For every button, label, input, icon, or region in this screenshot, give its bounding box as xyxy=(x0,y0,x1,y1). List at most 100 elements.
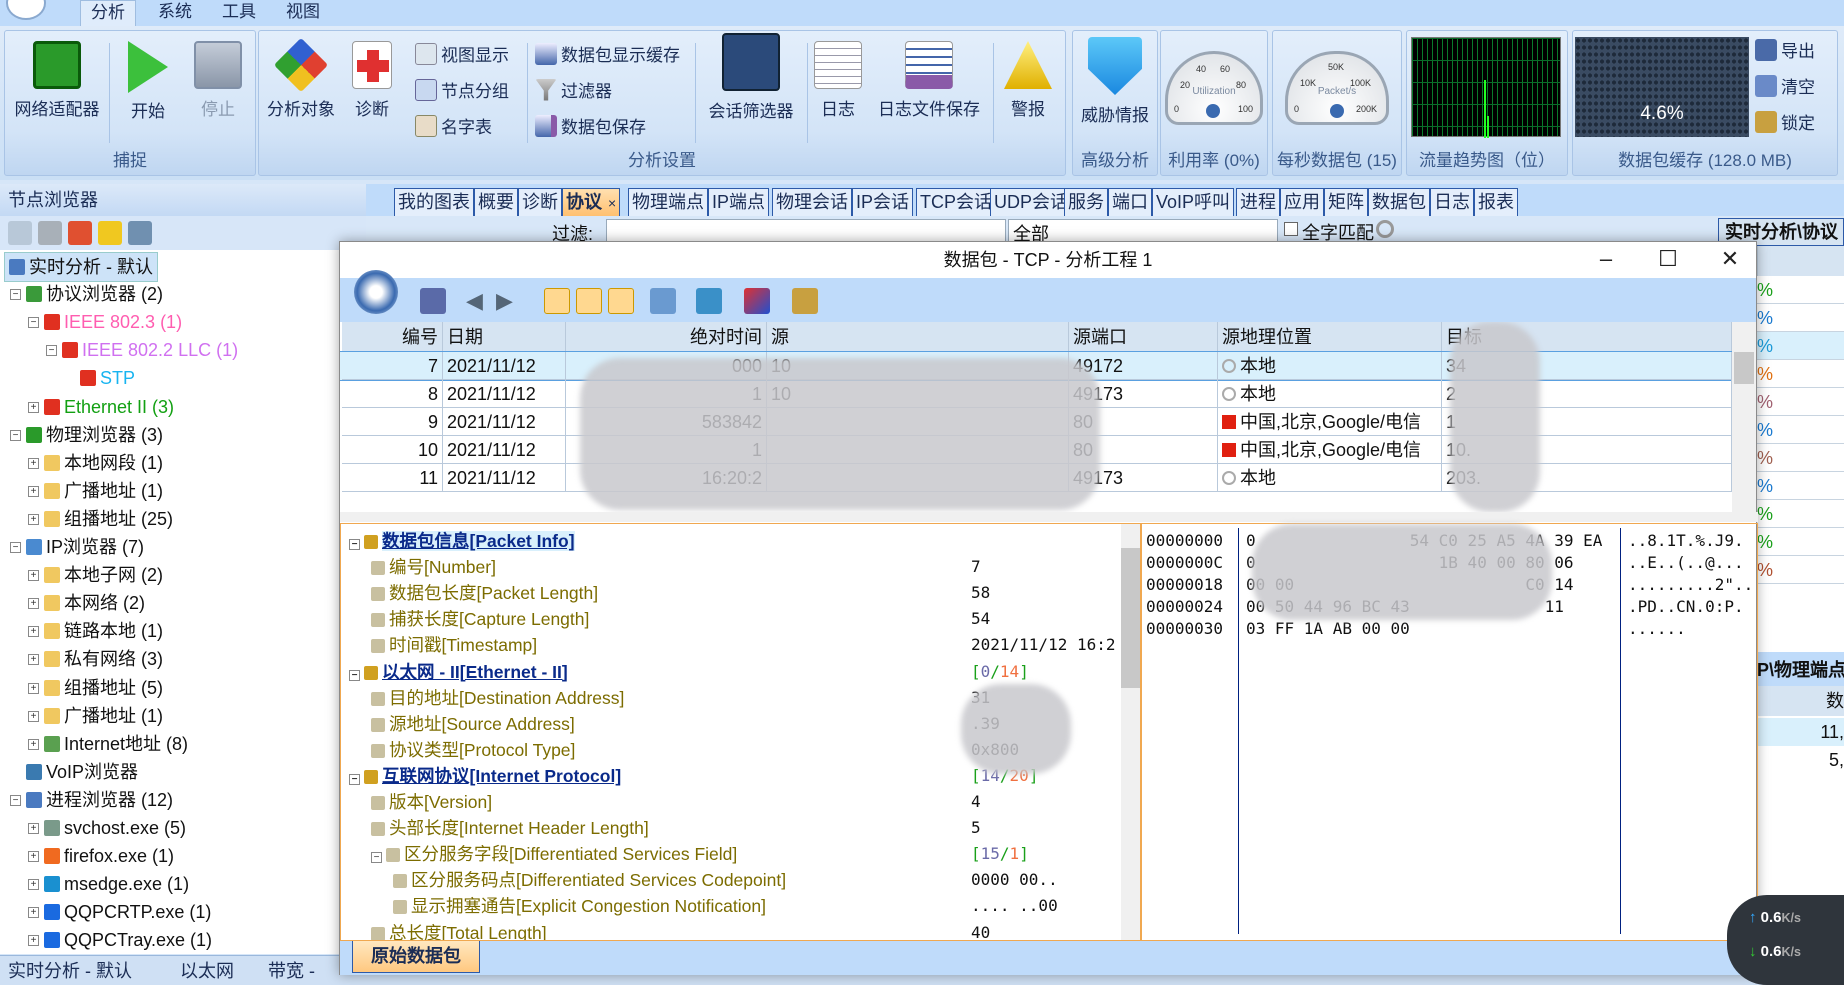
add-report-icon[interactable] xyxy=(128,221,152,245)
tab-16[interactable]: 数据包 xyxy=(1368,188,1430,216)
tab-3[interactable]: 协议 × xyxy=(562,188,621,216)
filter-button[interactable]: 过滤器 xyxy=(535,77,612,102)
collapse-icon[interactable]: − xyxy=(349,669,360,681)
tab-2[interactable]: 诊断 xyxy=(518,188,562,216)
tree-item[interactable]: + Internet地址 (8) xyxy=(0,730,360,758)
expand-icon[interactable]: + xyxy=(28,570,39,582)
expand-icon[interactable]: + xyxy=(28,710,39,722)
tree-item[interactable]: − IEEE 802.3 (1) xyxy=(0,308,360,336)
field-row[interactable]: 头部长度[Internet Header Length] xyxy=(371,815,649,841)
field-row[interactable]: 时间戳[Timestamp] xyxy=(371,632,537,658)
expand-icon[interactable]: + xyxy=(28,598,39,610)
expand-icon[interactable]: + xyxy=(28,907,39,919)
previous-icon[interactable]: ◀ xyxy=(466,288,492,314)
collapse-icon[interactable]: − xyxy=(10,794,21,806)
field-row[interactable]: 编号[Number] xyxy=(371,554,496,580)
column-header[interactable]: 源地理位置 xyxy=(1218,322,1442,352)
log-file-save-button[interactable]: 日志文件保存 xyxy=(869,41,989,120)
expand-icon[interactable]: + xyxy=(28,879,39,891)
collapse-icon[interactable]: − xyxy=(46,345,57,357)
lock-button[interactable]: 锁定 xyxy=(1755,109,1815,134)
scrollbar-thumb[interactable] xyxy=(1734,352,1754,384)
expand-icon[interactable]: + xyxy=(28,682,39,694)
clear-button[interactable]: 清空 xyxy=(1755,73,1815,98)
tab-4[interactable]: 物理端点 xyxy=(628,188,708,216)
expand-icon[interactable]: + xyxy=(28,935,39,947)
tab-18[interactable]: 报表 xyxy=(1474,188,1518,216)
view-display-button[interactable]: 视图显示 xyxy=(415,41,509,66)
session-filter-button[interactable]: 会话筛选器 xyxy=(699,33,803,122)
add-alarm-icon[interactable] xyxy=(98,221,122,245)
tab-9[interactable]: UDP会话 xyxy=(990,188,1073,216)
tree-item[interactable]: VoIP浏览器 xyxy=(0,758,360,786)
menu-tab-view[interactable]: 视图 xyxy=(276,0,330,26)
name-table-button[interactable]: 名字表 xyxy=(415,113,492,138)
network-adapter-button[interactable]: 网络适配器 xyxy=(9,41,105,120)
tree-item[interactable]: − 协议浏览器 (2) xyxy=(0,280,360,308)
list-view-icon[interactable] xyxy=(544,288,570,314)
expand-icon[interactable]: + xyxy=(28,851,39,863)
node-group-button[interactable]: 节点分组 xyxy=(415,77,509,102)
collapse-icon[interactable]: − xyxy=(349,539,360,550)
tree-item[interactable]: − 物理浏览器 (3) xyxy=(0,421,360,449)
add-chart-icon[interactable] xyxy=(68,221,92,245)
save-icon[interactable] xyxy=(420,288,446,314)
tab-14[interactable]: 应用 xyxy=(1280,188,1324,216)
tree-item[interactable]: STP xyxy=(0,364,360,392)
column-header[interactable]: 编号 xyxy=(342,322,443,352)
tab-6[interactable]: 物理会话 xyxy=(772,188,852,216)
field-row[interactable]: − 区分服务字段[Differentiated Services Field] xyxy=(371,841,737,867)
field-row[interactable]: 总长度[Total Length] xyxy=(371,920,547,940)
collapse-icon[interactable]: − xyxy=(371,852,382,864)
tree-item[interactable]: + 本地网段 (1) xyxy=(0,449,360,477)
add-filter-icon[interactable] xyxy=(38,221,62,245)
hex-view-icon[interactable] xyxy=(608,288,634,314)
log-button[interactable]: 日志 xyxy=(811,41,865,120)
collapse-icon[interactable]: − xyxy=(10,289,21,301)
tree-item[interactable]: + 广播地址 (1) xyxy=(0,702,360,730)
field-row[interactable]: 区分服务码点[Differentiated Services Codepoint… xyxy=(393,867,786,893)
menu-tab-system[interactable]: 系统 xyxy=(148,0,202,26)
tree-item[interactable]: + 本地子网 (2) xyxy=(0,561,360,589)
tree-item-selected[interactable]: 实时分析 - 默认 xyxy=(0,252,360,282)
scope-dropdown[interactable]: 全部 xyxy=(1008,219,1278,244)
close-button[interactable]: ✕ xyxy=(1702,242,1758,278)
tree-item[interactable]: + msedge.exe (1) xyxy=(0,870,360,898)
tree-item[interactable]: + 组播地址 (25) xyxy=(0,505,360,533)
expand-icon[interactable]: + xyxy=(28,457,39,469)
expand-icon[interactable]: + xyxy=(28,626,39,638)
diagnosis-button[interactable]: 诊断 xyxy=(347,41,397,120)
protocol-header-row[interactable]: − 数据包信息[Packet Info] xyxy=(349,528,575,554)
tree-item[interactable]: − 进程浏览器 (12) xyxy=(0,786,360,814)
detail-view-icon[interactable] xyxy=(576,288,602,314)
tree-item[interactable]: + Ethernet II (3) xyxy=(0,393,360,421)
expand-icon[interactable]: + xyxy=(28,401,39,413)
threat-intel-button[interactable]: 威胁情报 xyxy=(1073,37,1157,126)
tab-0[interactable]: 我的图表 xyxy=(394,188,474,216)
filter-input[interactable] xyxy=(606,219,1006,243)
field-row[interactable]: 源地址[Source Address] xyxy=(371,711,575,737)
tree-item[interactable]: + firefox.exe (1) xyxy=(0,842,360,870)
collapse-icon[interactable]: − xyxy=(10,429,21,441)
scrollbar-thumb[interactable] xyxy=(1121,548,1140,688)
search-icon[interactable] xyxy=(1376,220,1394,238)
tab-1[interactable]: 概要 xyxy=(474,188,518,216)
refresh-icon[interactable] xyxy=(650,288,676,314)
collapse-icon[interactable]: − xyxy=(28,317,39,329)
expand-icon[interactable]: + xyxy=(28,738,39,750)
minimize-button[interactable]: – xyxy=(1578,242,1634,278)
column-header[interactable]: 绝对时间 xyxy=(566,322,767,352)
tab-close-icon[interactable]: × xyxy=(608,195,616,211)
maximize-button[interactable]: ☐ xyxy=(1640,242,1696,278)
tree-item[interactable]: + 本网络 (2) xyxy=(0,589,360,617)
collapse-icon[interactable]: − xyxy=(349,773,360,785)
column-header[interactable]: 日期 xyxy=(443,322,566,352)
tree-item[interactable]: − IP浏览器 (7) xyxy=(0,533,360,561)
column-header[interactable]: 源端口 xyxy=(1069,322,1218,352)
protocol-header-row[interactable]: − 以太网 - II[Ethernet - II] xyxy=(349,659,568,685)
tab-17[interactable]: 日志 xyxy=(1430,188,1474,216)
decode-language-icon[interactable] xyxy=(744,288,770,314)
tab-15[interactable]: 矩阵 xyxy=(1324,188,1368,216)
tab-12[interactable]: VoIP呼叫 xyxy=(1152,188,1235,216)
packet-display-buffer-button[interactable]: 数据包显示缓存 xyxy=(535,41,680,66)
